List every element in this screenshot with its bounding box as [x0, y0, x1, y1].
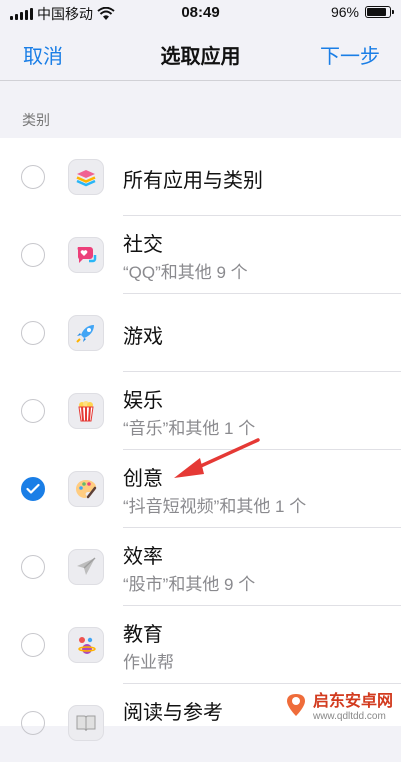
book-icon: [68, 705, 104, 741]
row-subtitle: “QQ”和其他 9 个: [123, 263, 248, 282]
category-row-games[interactable]: 游戏: [0, 294, 401, 372]
radio-button[interactable]: [21, 321, 45, 345]
radio-button[interactable]: [21, 399, 45, 423]
popcorn-icon: [68, 393, 104, 429]
row-subtitle: “股市”和其他 9 个: [123, 575, 256, 594]
battery-info: 96%: [330, 4, 394, 20]
radio-button[interactable]: [21, 165, 45, 189]
row-label: 所有应用与类别: [123, 170, 263, 192]
category-row-education[interactable]: 教育 作业帮: [0, 606, 401, 684]
row-label: 教育: [123, 624, 163, 646]
radio-button[interactable]: [21, 711, 45, 735]
status-bar: 中国移动 08:49 96%: [0, 0, 401, 28]
watermark: 启东安卓网 www.qdltdd.com: [283, 687, 393, 722]
category-row-social[interactable]: 社交 “QQ”和其他 9 个: [0, 216, 401, 294]
row-label: 阅读与参考: [123, 702, 223, 724]
battery-percent: 96%: [330, 4, 359, 20]
category-row-productivity[interactable]: 效率 “股市”和其他 9 个: [0, 528, 401, 606]
watermark-url: www.qdltdd.com: [312, 711, 386, 722]
rocket-icon: [68, 315, 104, 351]
row-subtitle: 作业帮: [123, 653, 174, 672]
annotation-arrow-icon: [174, 438, 260, 478]
radio-button[interactable]: [21, 555, 45, 579]
radio-button-checked[interactable]: [21, 477, 45, 501]
row-label: 社交: [123, 234, 163, 256]
stack-icon: [68, 159, 104, 195]
next-button[interactable]: 下一步: [320, 40, 380, 69]
row-subtitle: “抖音短视频”和其他 1 个: [123, 497, 307, 516]
navigation-bar: 取消 选取应用 下一步: [0, 28, 401, 81]
paper-plane-icon: [68, 549, 104, 585]
radio-button[interactable]: [21, 633, 45, 657]
row-label: 效率: [123, 546, 163, 568]
row-label: 娱乐: [123, 390, 163, 412]
watermark-logo-icon: [286, 693, 305, 716]
section-header: 类别: [22, 112, 50, 128]
palette-icon: [68, 471, 104, 507]
category-list: 所有应用与类别 社交 “QQ”和其他 9 个 游戏 娱乐 “音乐”和其他 1 个…: [0, 138, 401, 741]
checkmark-icon: [26, 483, 40, 494]
category-row-all[interactable]: 所有应用与类别: [0, 138, 401, 216]
radio-button[interactable]: [21, 243, 45, 267]
planet-icon: [68, 627, 104, 663]
battery-icon: [365, 6, 394, 18]
row-label: 创意: [123, 468, 163, 490]
chat-heart-icon: [68, 237, 104, 273]
watermark-name: 启东安卓网: [312, 693, 393, 710]
row-label: 游戏: [123, 326, 163, 348]
